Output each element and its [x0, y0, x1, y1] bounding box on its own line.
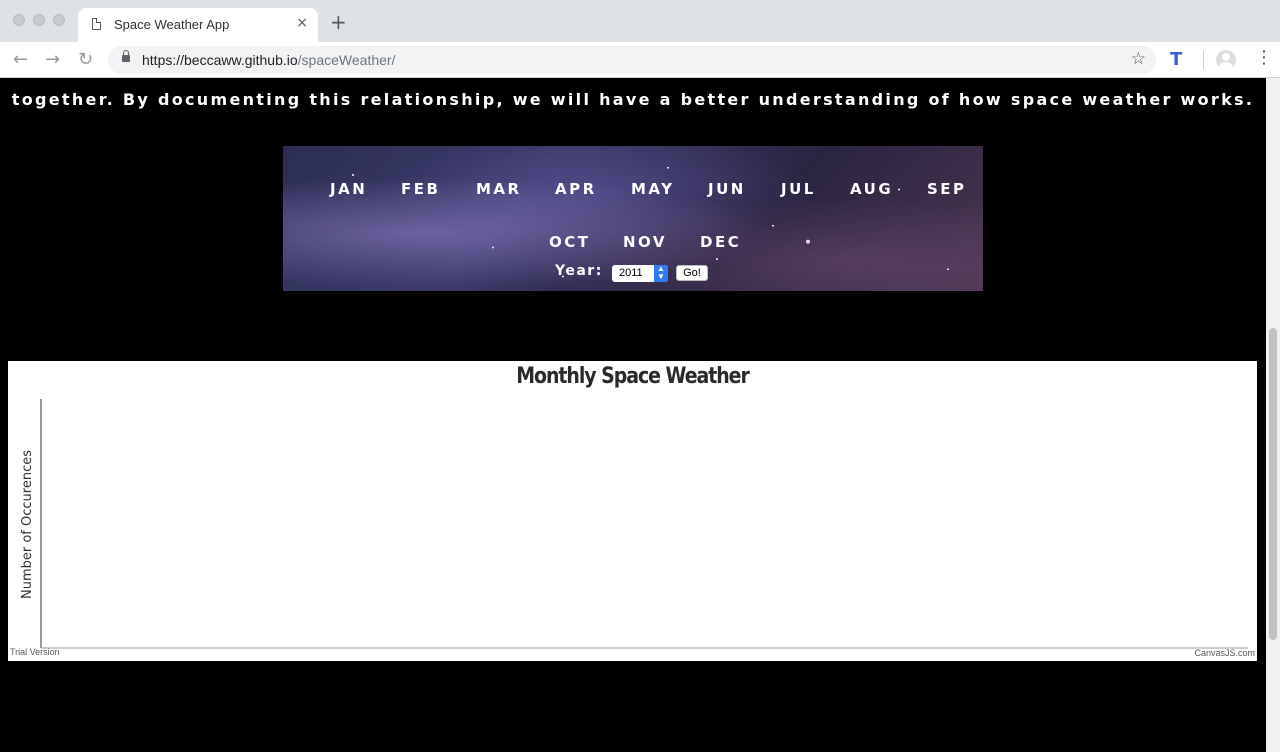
- url-host: https://beccaww.github.io: [142, 52, 298, 68]
- month-sep[interactable]: SEP: [927, 180, 967, 198]
- lock-icon: [122, 50, 130, 62]
- intro-text: together. By documenting this relationsh…: [11, 90, 1255, 109]
- browser-tab[interactable]: Space Weather App ×: [78, 8, 318, 42]
- month-oct[interactable]: OCT: [549, 233, 591, 251]
- month-apr[interactable]: APR: [555, 180, 597, 198]
- month-jan[interactable]: JAN: [330, 180, 367, 198]
- month-mar[interactable]: MAR: [476, 180, 522, 198]
- year-select-value: 2011: [619, 267, 643, 279]
- back-button[interactable]: ←: [13, 50, 28, 70]
- year-label: Year:: [555, 263, 603, 279]
- new-tab-button[interactable]: +: [330, 12, 347, 32]
- chart-canvas: [40, 399, 1248, 649]
- bookmark-star-icon[interactable]: ☆: [1131, 49, 1146, 69]
- menu-icon[interactable]: ⋮: [1255, 48, 1273, 68]
- page-viewport: together. By documenting this relationsh…: [0, 78, 1266, 752]
- toolbar-divider: [1203, 51, 1204, 69]
- vertical-scrollbar[interactable]: [1266, 78, 1280, 752]
- window-maximize-button[interactable]: [53, 14, 65, 26]
- month-selector-panel: JAN FEB MAR APR MAY JUN JUL AUG SEP OCT …: [283, 146, 983, 291]
- go-button[interactable]: Go!: [676, 265, 708, 281]
- month-jul[interactable]: JUL: [781, 180, 816, 198]
- profile-avatar-icon[interactable]: [1216, 50, 1236, 70]
- month-aug[interactable]: AUG: [850, 180, 893, 198]
- month-nov[interactable]: NOV: [623, 233, 667, 251]
- forward-button[interactable]: →: [45, 50, 60, 70]
- month-dec[interactable]: DEC: [700, 233, 741, 251]
- year-select[interactable]: 2011 ▲ ▼: [612, 265, 668, 282]
- y-axis-label: Number of Occurences: [20, 450, 35, 599]
- page-icon: [92, 18, 101, 30]
- month-jun[interactable]: JUN: [708, 180, 746, 198]
- address-bar[interactable]: https://beccaww.github.io/spaceWeather/ …: [108, 46, 1156, 74]
- canvasjs-watermark[interactable]: CanvasJS.com: [1194, 648, 1255, 658]
- scrollbar-thumb[interactable]: [1269, 328, 1277, 640]
- trial-watermark: Trial Version: [10, 647, 60, 657]
- tab-strip: Space Weather App × +: [0, 0, 1280, 42]
- tab-title: Space Weather App: [114, 17, 230, 32]
- window-close-button[interactable]: [13, 14, 25, 26]
- month-feb[interactable]: FEB: [401, 180, 440, 198]
- extension-icon[interactable]: T: [1170, 49, 1182, 70]
- window-minimize-button[interactable]: [33, 14, 45, 26]
- url-path: /spaceWeather/: [297, 52, 396, 68]
- browser-toolbar: ← → ↻ https://beccaww.github.io/spaceWea…: [0, 42, 1280, 78]
- url-text[interactable]: https://beccaww.github.io/spaceWeather/: [142, 52, 395, 68]
- chart-container: Monthly Space Weather Number of Occurenc…: [8, 361, 1257, 661]
- close-icon[interactable]: ×: [296, 15, 308, 31]
- select-arrows-icon: ▲ ▼: [654, 265, 668, 282]
- month-may[interactable]: MAY: [631, 180, 674, 198]
- reload-button[interactable]: ↻: [78, 50, 93, 70]
